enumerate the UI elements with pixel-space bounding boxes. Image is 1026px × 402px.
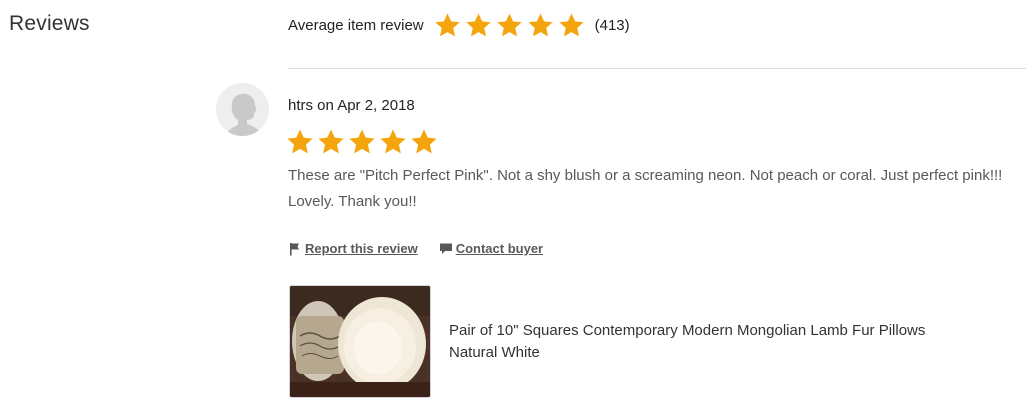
star-icon (318, 129, 344, 154)
star-icon (558, 12, 584, 36)
section-divider (288, 68, 1026, 69)
section-title: Reviews (9, 12, 90, 35)
star-icon (465, 12, 491, 36)
star-icon (496, 12, 522, 36)
avatar-silhouette (216, 83, 269, 136)
star-icon (287, 129, 313, 154)
purchased-listing[interactable]: Pair of 10" Squares Contemporary Modern … (289, 285, 929, 398)
listing-thumbnail[interactable] (289, 285, 431, 398)
average-review-summary: Average item review (413) (288, 8, 630, 42)
message-icon (439, 243, 452, 254)
star-icon (411, 129, 437, 154)
review-count: (413) (594, 16, 630, 34)
review-actions: Report this review Contact buyer (288, 241, 543, 256)
contact-buyer-label[interactable]: Contact buyer (456, 241, 543, 256)
star-icon (527, 12, 553, 36)
report-review-label[interactable]: Report this review (305, 241, 418, 256)
review-rating-stars (286, 128, 441, 156)
contact-buyer-link[interactable]: Contact buyer (439, 241, 543, 256)
review-text: These are "Pitch Perfect Pink". Not a sh… (288, 167, 1003, 210)
star-icon (380, 129, 406, 154)
flag-icon (290, 242, 299, 255)
star-icon (349, 129, 375, 154)
default-user-avatar-icon[interactable] (216, 83, 269, 136)
average-rating-stars (434, 12, 589, 39)
average-review-label: Average item review (288, 16, 424, 34)
reviewer-name-date: htrs on Apr 2, 2018 (288, 97, 415, 114)
report-review-link[interactable]: Report this review (288, 241, 418, 256)
listing-title[interactable]: Pair of 10" Squares Contemporary Modern … (449, 320, 929, 364)
listing-photo (290, 286, 430, 397)
star-icon (434, 12, 460, 36)
